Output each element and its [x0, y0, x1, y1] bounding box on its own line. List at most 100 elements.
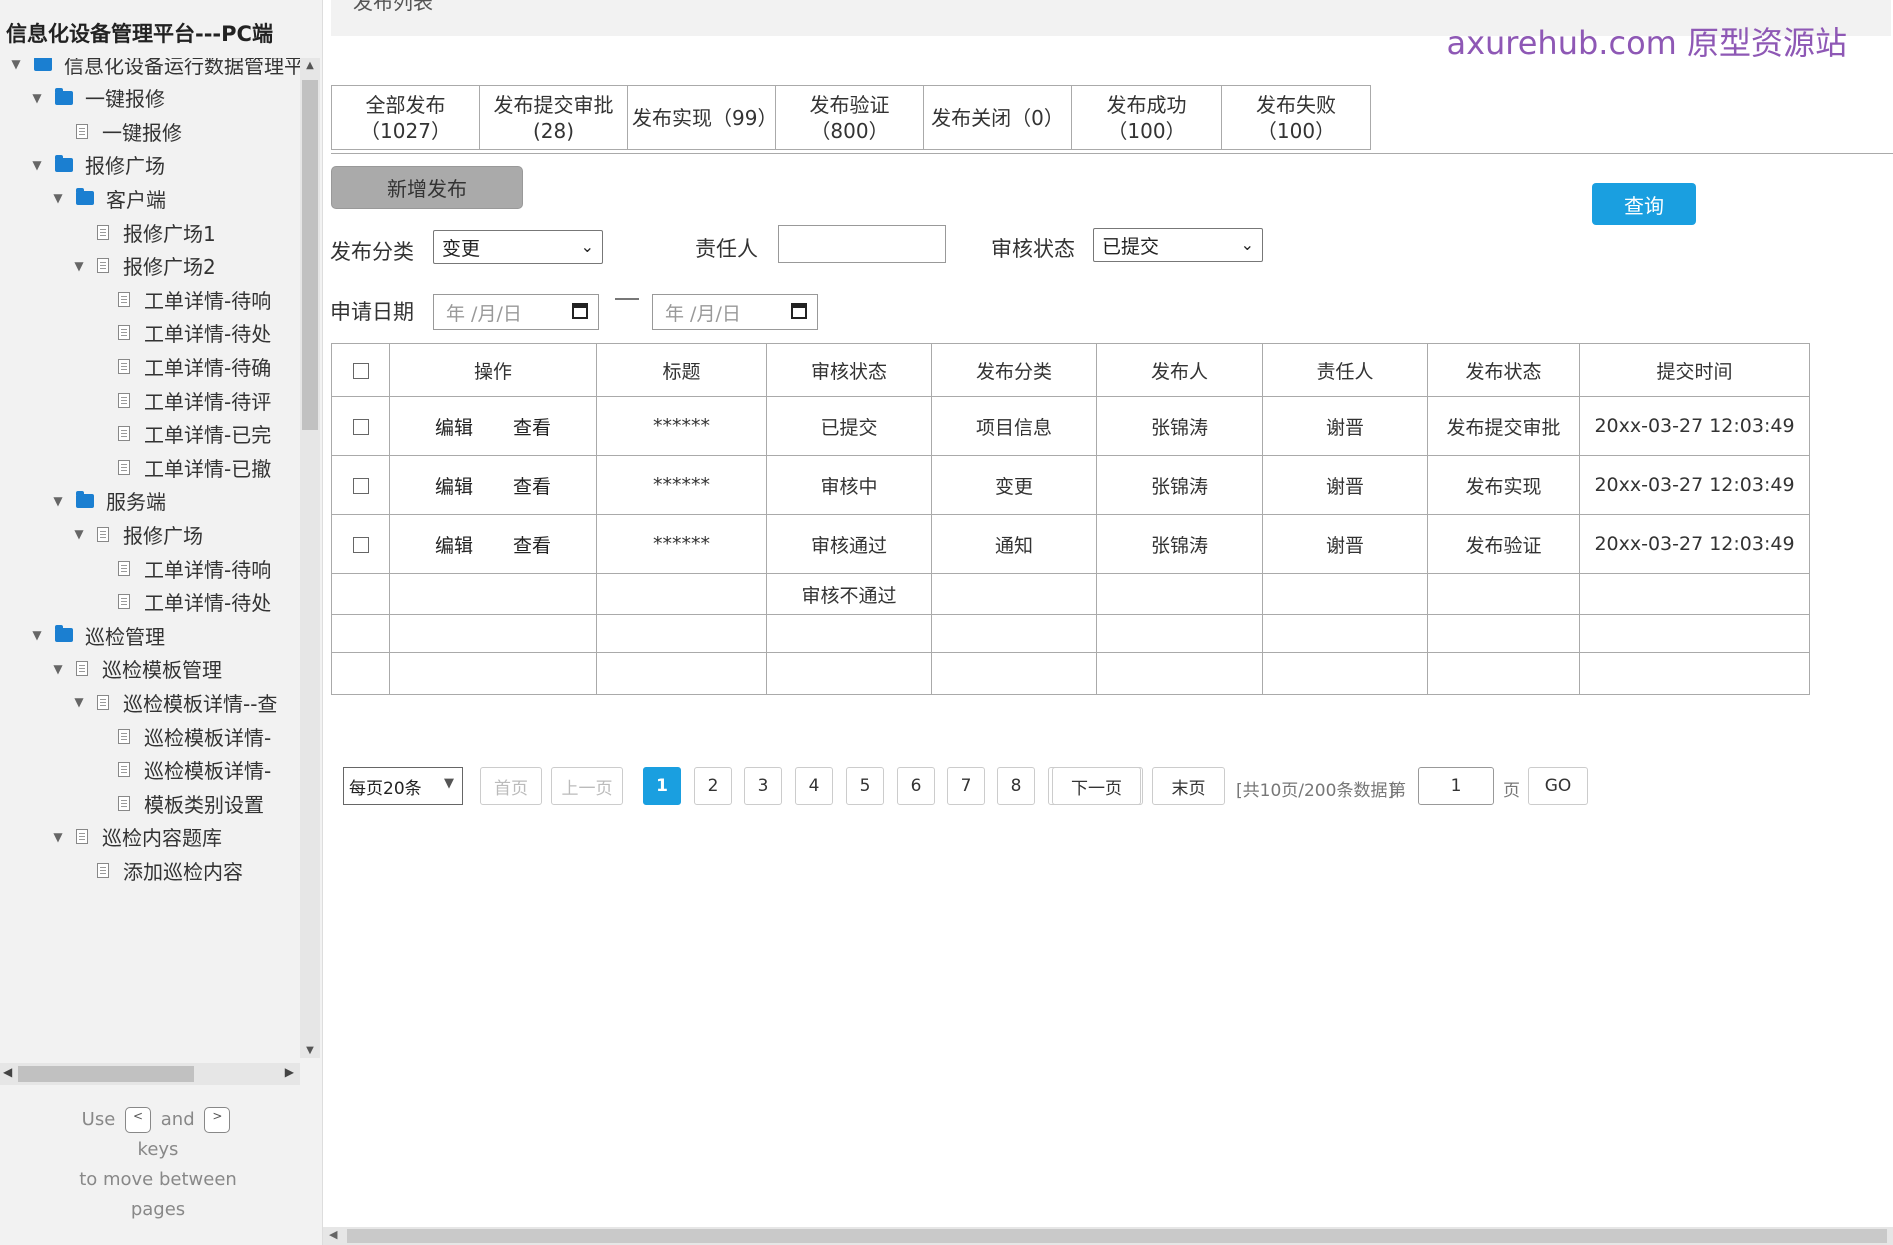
row-checkbox[interactable]: [352, 418, 369, 435]
table-cell: 变更: [931, 455, 1097, 515]
folder-icon: [55, 625, 73, 643]
actions-cell: 编辑 查看: [389, 455, 597, 515]
per-page-select[interactable]: 每页20条 ▼: [343, 767, 463, 805]
view-link[interactable]: 查看: [513, 531, 551, 558]
calendar-icon[interactable]: [791, 303, 807, 319]
scroll-down-icon[interactable]: ▼: [300, 1045, 320, 1056]
page-icon: [118, 426, 130, 442]
page-icon: [118, 392, 130, 408]
row-select-cell: [331, 455, 390, 515]
scroll-thumb[interactable]: [347, 1229, 1887, 1243]
table-cell: 张锦涛: [1096, 396, 1263, 456]
scroll-up-icon[interactable]: ▲: [300, 60, 320, 71]
hint-text: pages: [130, 1199, 186, 1220]
table-cell: [331, 573, 390, 615]
table-header-row: 操作 标题 审核状态 发布分类 发布人 责任人 发布状态 提交时间: [331, 343, 1810, 397]
column-header: 责任人: [1262, 343, 1428, 397]
page-summary: [共10页/200条数据]: [1236, 781, 1395, 801]
table-cell: 发布验证: [1427, 514, 1580, 574]
actions-cell: 编辑 查看: [389, 396, 597, 456]
date-from-input[interactable]: 年 /月/日: [433, 294, 599, 330]
column-header: 操作: [389, 343, 597, 397]
page-number-button[interactable]: 3: [744, 767, 782, 805]
page-number-button[interactable]: 1: [643, 767, 681, 805]
scroll-thumb[interactable]: [18, 1066, 194, 1082]
status-tab[interactable]: 全部发布（1027）: [332, 86, 480, 149]
date-to-input[interactable]: 年 /月/日: [652, 294, 818, 330]
expand-arrow-icon[interactable]: ▼: [71, 695, 87, 709]
last-page-button[interactable]: 末页: [1152, 767, 1225, 805]
page-icon: [118, 795, 130, 811]
view-link[interactable]: 查看: [513, 413, 551, 440]
page-number-button[interactable]: 7: [947, 767, 985, 805]
column-header: 发布人: [1096, 343, 1263, 397]
go-button[interactable]: GO: [1528, 767, 1588, 805]
query-button[interactable]: 查询: [1592, 183, 1696, 225]
edit-link[interactable]: 编辑: [435, 413, 473, 440]
page-icon: [97, 526, 109, 542]
scroll-thumb[interactable]: [302, 80, 318, 430]
edit-link[interactable]: 编辑: [435, 531, 473, 558]
page-icon: [118, 358, 130, 374]
table-cell: ******: [596, 396, 767, 456]
category-select[interactable]: 变更 ⌄: [433, 230, 603, 264]
page-number-button[interactable]: 4: [795, 767, 833, 805]
expand-arrow-icon[interactable]: ▼: [50, 662, 66, 676]
expand-arrow-icon[interactable]: ▼: [29, 158, 45, 172]
select-all-checkbox[interactable]: [352, 362, 369, 379]
status-tab[interactable]: 发布失败（100）: [1222, 86, 1370, 149]
edit-link[interactable]: 编辑: [435, 472, 473, 499]
expand-arrow-icon[interactable]: ▼: [50, 191, 66, 205]
table-cell: [931, 573, 1097, 615]
table-row: 编辑 查看 ****** 审核通过 通知 张锦涛 谢晋 发布验证 20xx-03-27 12:0…: [331, 514, 1810, 574]
column-header: 标题: [596, 343, 767, 397]
table-cell: [1427, 573, 1580, 615]
folder-icon: [34, 58, 52, 71]
table-cell: [596, 573, 767, 615]
page-number-button[interactable]: 8: [997, 767, 1035, 805]
category-label: 发布分类: [330, 240, 414, 264]
status-tab[interactable]: 发布验证（800）: [776, 86, 924, 149]
scroll-left-icon[interactable]: ◀: [329, 1228, 337, 1241]
release-table: 操作 标题 审核状态 发布分类 发布人 责任人 发布状态 提交时间 编辑 查看 **…: [331, 343, 1810, 695]
expand-arrow-icon[interactable]: ▼: [71, 527, 87, 541]
expand-arrow-icon[interactable]: ▼: [8, 58, 24, 71]
page-number-button[interactable]: 5: [846, 767, 884, 805]
new-release-button[interactable]: 新增发布: [331, 166, 523, 209]
scroll-left-icon[interactable]: ◀: [3, 1065, 12, 1079]
page-icon: [118, 459, 130, 475]
view-link[interactable]: 查看: [513, 472, 551, 499]
scroll-right-icon[interactable]: ▶: [285, 1065, 294, 1079]
page-number-button[interactable]: 2: [694, 767, 732, 805]
expand-arrow-icon[interactable]: ▼: [29, 628, 45, 642]
expand-arrow-icon[interactable]: ▼: [50, 494, 66, 508]
page-icon: [118, 594, 130, 610]
next-page-button[interactable]: 下一页: [1052, 767, 1141, 805]
expand-arrow-icon[interactable]: ▼: [71, 259, 87, 273]
row-checkbox[interactable]: [352, 536, 369, 553]
table-cell: [1096, 573, 1263, 615]
row-checkbox[interactable]: [352, 477, 369, 494]
status-tab[interactable]: 发布实现（99）: [628, 86, 777, 149]
goto-page-input[interactable]: 1: [1418, 767, 1494, 805]
tree-vertical-scrollbar[interactable]: ▲ ▼: [300, 58, 320, 1058]
calendar-icon[interactable]: [572, 303, 588, 319]
expand-arrow-icon[interactable]: ▼: [29, 91, 45, 105]
tree-item[interactable]: ▼添加巡检内容: [71, 850, 243, 890]
page-number-button[interactable]: 6: [897, 767, 935, 805]
tree-item-label: 一键报修: [85, 87, 165, 112]
column-header: 发布分类: [931, 343, 1097, 397]
table-body: 编辑 查看 ****** 已提交 项目信息 张锦涛 谢晋 发布提交审批 20xx-03-27 1…: [331, 396, 1810, 695]
review-status-select[interactable]: 已提交 ⌄: [1093, 228, 1263, 262]
table-cell: 张锦涛: [1096, 514, 1263, 574]
status-tab[interactable]: 发布关闭（0）: [924, 86, 1072, 149]
owner-input[interactable]: [778, 225, 946, 263]
main-horizontal-scrollbar[interactable]: ◀: [323, 1227, 1893, 1245]
tree-horizontal-scrollbar[interactable]: ◀ ▶: [0, 1063, 300, 1085]
table-cell: [1096, 614, 1263, 653]
status-tab[interactable]: 发布提交审批 (28): [480, 86, 628, 149]
first-page-button[interactable]: 首页: [480, 767, 542, 805]
expand-arrow-icon[interactable]: ▼: [50, 830, 66, 844]
prev-page-button[interactable]: 上一页: [551, 767, 623, 805]
status-tab[interactable]: 发布成功（100）: [1072, 86, 1222, 149]
